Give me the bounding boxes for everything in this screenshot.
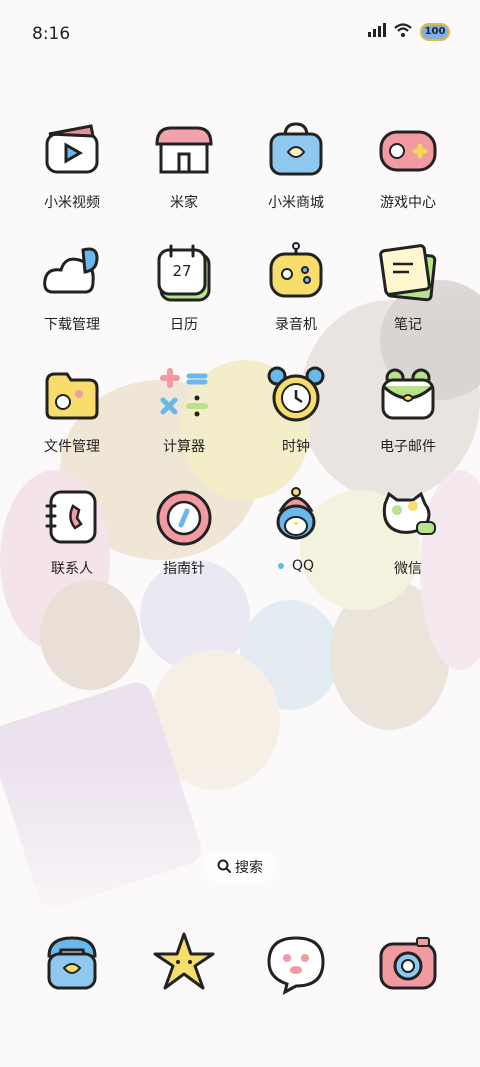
dock-star-app[interactable] [134, 930, 234, 996]
app-label: 文件管理 [44, 439, 100, 455]
app-email[interactable]: 电子邮件 [358, 362, 458, 456]
app-mijia[interactable]: 米家 [134, 118, 234, 212]
calendar-icon: 27 [151, 240, 217, 306]
app-xiaomi-mall[interactable]: 小米商城 [246, 118, 346, 212]
app-label: 联系人 [51, 561, 93, 577]
app-label: 计算器 [163, 439, 205, 455]
folder-icon [39, 362, 105, 428]
app-label: 录音机 [275, 317, 317, 333]
status-bar: 8:16 100 [0, 0, 480, 68]
alarm-clock-icon [263, 362, 329, 428]
app-label: 日历 [170, 317, 198, 333]
app-label: 指南针 [163, 561, 205, 577]
app-label: 电子邮件 [380, 439, 436, 455]
app-label: 下载管理 [44, 317, 100, 333]
dock-messages[interactable] [246, 930, 346, 996]
app-recorder[interactable]: 录音机 [246, 240, 346, 334]
app-label-text: QQ [291, 558, 315, 574]
notification-dot [277, 563, 284, 569]
app-clock[interactable]: 时钟 [246, 362, 346, 456]
app-notes[interactable]: 笔记 [358, 240, 458, 334]
dock-camera[interactable] [358, 930, 458, 996]
wifi-icon [394, 22, 412, 41]
clock-time: 8:16 [32, 24, 71, 44]
app-compass[interactable]: 指南针 [134, 484, 234, 578]
app-label: 小米商城 [268, 195, 324, 211]
app-game-center[interactable]: 游戏中心 [358, 118, 458, 212]
dock [0, 930, 480, 1010]
app-file-manager[interactable]: 文件管理 [22, 362, 122, 456]
dock-phone[interactable] [22, 930, 122, 996]
app-calendar[interactable]: 27 日历 [134, 240, 234, 334]
message-bubble-icon [263, 930, 329, 996]
app-wechat[interactable]: 微信 [358, 484, 458, 578]
home-icon [151, 118, 217, 184]
app-label: 笔记 [394, 317, 422, 333]
recorder-icon [263, 240, 329, 306]
app-calculator[interactable]: 计算器 [134, 362, 234, 456]
penguin-icon [263, 484, 329, 550]
signal-icon [368, 22, 386, 41]
app-downloads[interactable]: 下载管理 [22, 240, 122, 334]
phone-icon [39, 930, 105, 996]
camera-icon [375, 930, 441, 996]
compass-icon [151, 484, 217, 550]
app-label: 微信 [394, 561, 422, 577]
search-button[interactable]: 搜索 [204, 852, 276, 882]
gamepad-icon [375, 118, 441, 184]
cloud-download-icon [39, 240, 105, 306]
shopping-bag-icon [263, 118, 329, 184]
search-icon [217, 858, 231, 877]
app-label: 米家 [170, 195, 198, 211]
app-label: 游戏中心 [380, 195, 436, 211]
app-contacts[interactable]: 联系人 [22, 484, 122, 578]
wechat-cat-icon [375, 484, 441, 550]
app-qq[interactable]: QQ [246, 484, 346, 574]
app-label: 时钟 [282, 439, 310, 455]
contacts-icon [39, 484, 105, 550]
video-icon [39, 118, 105, 184]
app-label: 小米视频 [44, 195, 100, 211]
star-icon [151, 930, 217, 996]
battery-indicator: 100 [420, 22, 450, 41]
notes-icon [375, 240, 441, 306]
calendar-date: 27 [172, 262, 192, 280]
app-xiaomi-video[interactable]: 小米视频 [22, 118, 122, 212]
search-label: 搜索 [235, 860, 263, 876]
app-label: QQ [246, 558, 346, 574]
calculator-icon [151, 362, 217, 428]
mail-icon [375, 362, 441, 428]
